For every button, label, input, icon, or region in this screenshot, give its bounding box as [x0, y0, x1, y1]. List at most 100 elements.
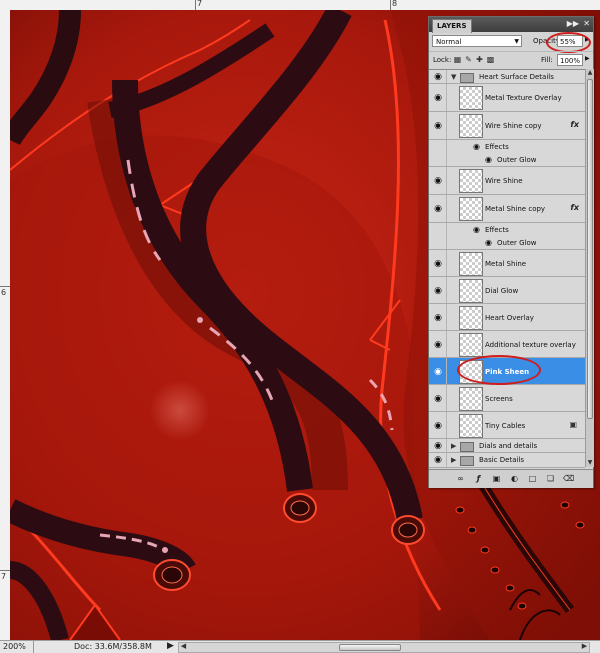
eye-icon[interactable]: ◉	[431, 366, 445, 378]
fill-field[interactable]: 100%	[557, 54, 583, 66]
eye-icon[interactable]: ◉	[431, 120, 445, 132]
layer-group-row[interactable]: ◉ ▼ Heart Surface Details	[429, 70, 585, 84]
eye-separator	[446, 236, 447, 249]
effects-row[interactable]: ◉ Effects	[429, 140, 585, 153]
eye-icon[interactable]: ◉	[431, 420, 445, 432]
fill-label: Fill:	[541, 56, 553, 64]
eye-separator	[446, 223, 447, 236]
status-menu-icon[interactable]: ▶	[167, 641, 174, 651]
eye-separator	[446, 84, 447, 111]
layer-name: Dials and details	[479, 442, 538, 450]
status-bar: 200% Doc: 33.6M/358.8M ▶ ◀ ▶	[0, 640, 600, 653]
eye-icon[interactable]: ◉	[431, 339, 445, 351]
layer-thumbnail	[459, 114, 483, 138]
layer-group-row[interactable]: ◉ ▶ Dials and details	[429, 439, 585, 453]
ruler-label: 6	[1, 288, 7, 297]
eye-icon[interactable]: ◉	[485, 155, 492, 164]
layer-row-selected[interactable]: ◉ Pink Sheen	[429, 355, 585, 385]
tab-layers[interactable]: LAYERS	[432, 19, 472, 33]
effects-label: Effects	[485, 226, 509, 234]
effect-name: Outer Glow	[497, 156, 537, 164]
layer-name: Additional texture overlay	[485, 341, 576, 349]
eye-icon[interactable]: ◉	[431, 393, 445, 405]
layers-panel: LAYERS ▶▶ ✕ Normal ▼ Opacity: 55% ▶ Lock…	[428, 16, 594, 488]
eye-icon[interactable]: ◉	[431, 175, 445, 187]
layer-row[interactable]: ◉ Dial Glow	[429, 277, 585, 304]
effects-label: Effects	[485, 143, 509, 151]
folder-icon	[460, 442, 474, 452]
layer-row[interactable]: ◉ Screens	[429, 385, 585, 412]
close-icon[interactable]: ✕	[583, 19, 590, 29]
scroll-left-icon[interactable]: ◀	[179, 642, 188, 651]
scrollbar-thumb[interactable]	[587, 79, 593, 419]
new-group-icon[interactable]: □	[527, 473, 538, 484]
eye-separator	[446, 358, 447, 384]
ruler-label: 8	[392, 0, 398, 8]
eye-icon[interactable]: ◉	[485, 238, 492, 247]
eye-separator	[446, 277, 447, 303]
layer-name: Tiny Cables	[485, 422, 526, 430]
layer-row[interactable]: ◉ Wire Shine	[429, 167, 585, 195]
collapse-icon[interactable]: ▶▶	[567, 19, 579, 29]
zoom-level[interactable]: 200%	[3, 642, 26, 651]
effects-row[interactable]: ◉ Effects	[429, 223, 585, 236]
scroll-down-icon[interactable]: ▼	[586, 459, 594, 467]
layer-row[interactable]: ◉ Metal Texture Overlay	[429, 84, 585, 112]
lock-label: Lock:	[433, 56, 452, 64]
layer-row[interactable]: ◉ Additional texture overlay	[429, 331, 585, 358]
eye-separator	[446, 195, 447, 222]
layer-name: Wire Shine copy	[485, 122, 542, 130]
eye-icon[interactable]: ◉	[431, 258, 445, 270]
eye-icon[interactable]: ◉	[431, 71, 445, 83]
link-layers-icon[interactable]: ∞	[455, 473, 466, 484]
lock-all-icon[interactable]: ▩	[486, 55, 495, 64]
layers-scrollbar[interactable]: ▲ ▼	[585, 69, 594, 467]
lock-row: Lock: ▦ ✎ ✚ ▩ Fill: 100% ▶	[429, 51, 593, 68]
eye-icon[interactable]: ◉	[431, 203, 445, 215]
disclosure-closed-icon[interactable]: ▶	[451, 456, 456, 464]
lock-transparency-icon[interactable]: ▦	[453, 55, 462, 64]
fx-icon[interactable]: fx	[570, 120, 579, 129]
add-mask-icon[interactable]: ▣	[491, 473, 502, 484]
layer-thumbnail	[459, 169, 483, 193]
layer-thumbnail	[459, 197, 483, 221]
panel-titlebar[interactable]: LAYERS ▶▶ ✕	[429, 17, 593, 33]
adjustment-layer-icon[interactable]: ◐	[509, 473, 520, 484]
trash-icon[interactable]: ⌫	[563, 473, 574, 484]
annotation-circle	[546, 32, 591, 53]
blend-mode-select[interactable]: Normal ▼	[432, 35, 522, 47]
scrollbar-thumb[interactable]	[339, 644, 401, 651]
eye-icon[interactable]: ◉	[431, 440, 445, 452]
fx-icon[interactable]: ƒ	[473, 473, 484, 484]
horizontal-scrollbar[interactable]: ◀ ▶	[178, 642, 590, 653]
scroll-right-icon[interactable]: ▶	[580, 642, 589, 651]
disclosure-closed-icon[interactable]: ▶	[451, 442, 456, 450]
scroll-up-icon[interactable]: ▲	[586, 69, 594, 77]
eye-icon[interactable]: ◉	[473, 142, 480, 151]
layer-thumbnail	[459, 414, 483, 438]
eye-separator	[446, 70, 447, 83]
eye-icon[interactable]: ◉	[431, 285, 445, 297]
lock-move-icon[interactable]: ✚	[475, 55, 484, 64]
eye-icon[interactable]: ◉	[431, 92, 445, 104]
fill-slider-icon[interactable]: ▶	[585, 55, 590, 62]
layer-row[interactable]: ◉ Wire Shine copy fx	[429, 112, 585, 140]
layer-row[interactable]: ◉ Heart Overlay	[429, 304, 585, 331]
folder-icon	[460, 456, 474, 466]
eye-icon[interactable]: ◉	[431, 454, 445, 466]
lock-brush-icon[interactable]: ✎	[464, 55, 473, 64]
fx-icon[interactable]: fx	[570, 203, 579, 212]
layer-row[interactable]: ◉ Tiny Cables ▣	[429, 412, 585, 439]
layer-thumbnail	[459, 252, 483, 276]
eye-separator	[446, 250, 447, 276]
eye-separator	[446, 385, 447, 411]
new-layer-icon[interactable]: ❏	[545, 473, 556, 484]
layer-row[interactable]: ◉ Metal Shine copy fx	[429, 195, 585, 223]
layer-row[interactable]: ◉ Metal Shine	[429, 250, 585, 277]
effect-row[interactable]: ◉ Outer Glow	[429, 153, 585, 167]
effect-row[interactable]: ◉ Outer Glow	[429, 236, 585, 250]
eye-icon[interactable]: ◉	[431, 312, 445, 324]
layer-group-row[interactable]: ◉ ▶ Basic Details	[429, 453, 585, 468]
eye-icon[interactable]: ◉	[473, 225, 480, 234]
disclosure-open-icon[interactable]: ▼	[451, 73, 456, 81]
